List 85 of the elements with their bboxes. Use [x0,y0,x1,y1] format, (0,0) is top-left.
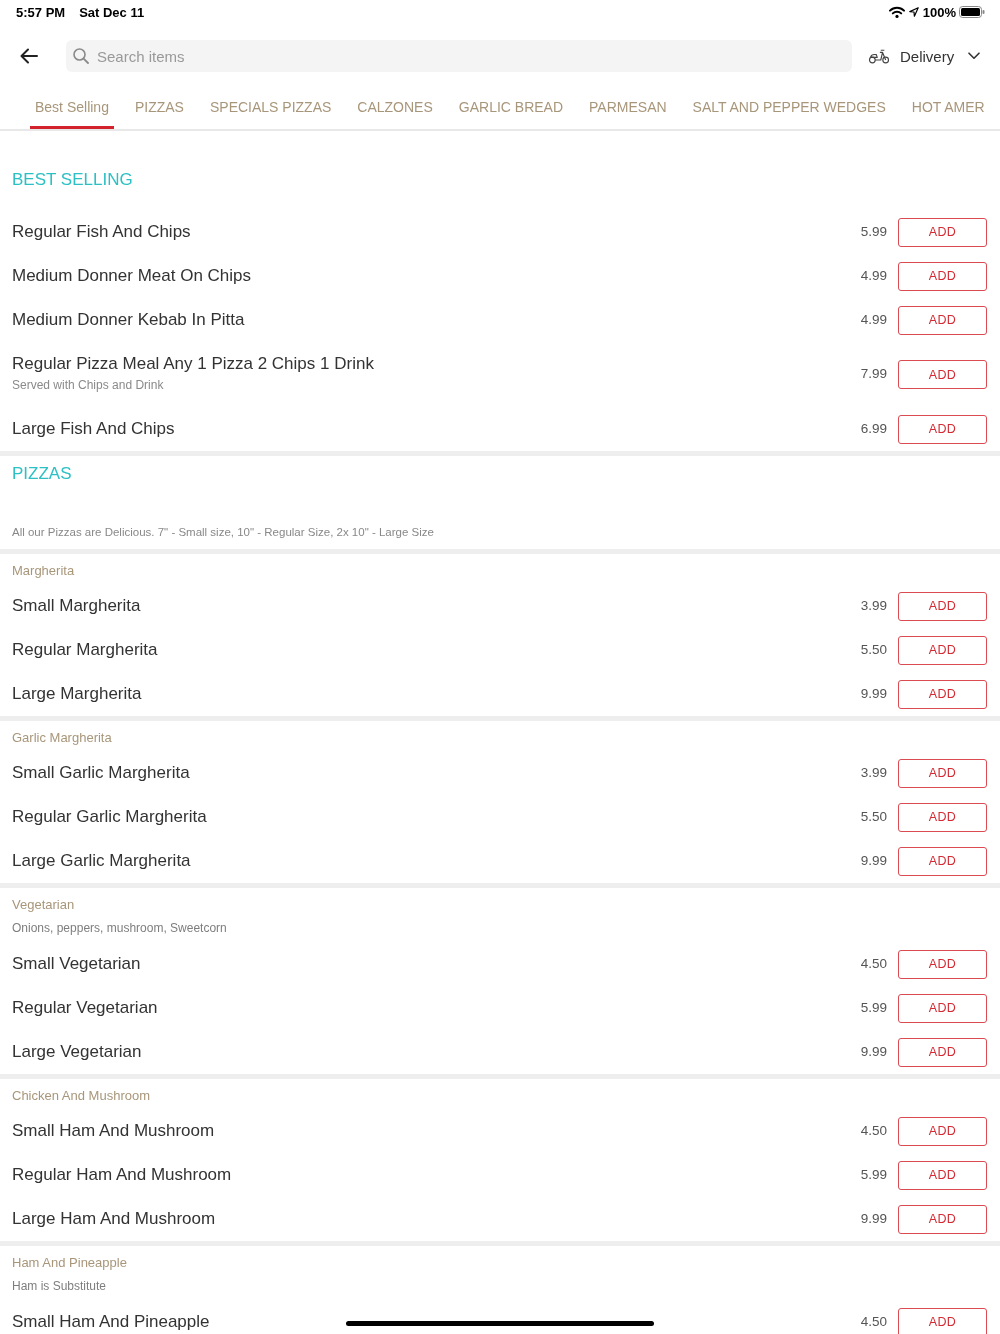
add-button[interactable]: ADD [898,360,987,389]
category-tab[interactable]: SALT AND PEPPER WEDGES [687,88,891,129]
item-name: Medium Donner Meat On Chips [12,265,252,287]
item-price: 3.99 [860,597,887,613]
item-name: Large Vegetarian [12,1041,142,1063]
back-arrow-icon[interactable] [20,48,38,64]
item-price: 5.50 [860,808,887,824]
item-name: Small Margherita [12,595,141,617]
add-button[interactable]: ADD [898,679,987,709]
add-button[interactable]: ADD [898,414,987,444]
add-button[interactable]: ADD [898,1116,987,1146]
item-name: Small Ham And Mushroom [12,1120,215,1142]
item-price: 4.99 [860,311,887,327]
add-button[interactable]: ADD [898,802,987,832]
item-name: Large Ham And Mushroom [12,1208,216,1230]
item-name: Small Garlic Margherita [12,762,190,784]
add-button[interactable]: ADD [898,1160,987,1190]
item-name: Medium Donner Kebab In Pitta [12,309,245,331]
add-button[interactable]: ADD [898,591,987,621]
item-price: 9.99 [860,1043,887,1059]
section-description: All our Pizzas are Delicious. 7" - Small size, 10" - Regular Size, 2x 10" - Large Size [11,525,435,540]
item-description: Served with Chips and Drink [12,377,164,394]
add-button[interactable]: ADD [898,217,987,247]
add-button[interactable]: ADD [898,1307,987,1334]
delivery-selector[interactable]: Delivery [868,47,981,65]
add-button[interactable]: ADD [898,1204,987,1234]
item-price: 5.99 [860,223,887,239]
battery-percent: 100% [922,4,956,20]
add-button[interactable]: ADD [898,261,987,291]
category-tab[interactable]: SPECIALS PIZZAS [204,88,337,129]
item-price: 7.99 [860,366,887,381]
item-price: 4.50 [860,955,887,971]
item-price: 4.99 [860,267,887,283]
add-button[interactable]: ADD [898,993,987,1023]
search-field[interactable]: Search items [66,40,852,72]
item-price: 9.99 [860,1210,887,1226]
category-tab[interactable]: PIZZAS [129,88,189,129]
add-button[interactable]: ADD [898,305,987,335]
item-price: 4.50 [860,1313,887,1329]
item-name: Regular Fish And Chips [12,221,191,243]
location-arrow-icon [908,7,919,17]
add-button[interactable]: ADD [898,1037,987,1067]
group-title: Margherita [12,563,75,579]
item-price: 5.99 [860,999,887,1015]
item-price: 9.99 [860,685,887,701]
item-name: Regular Vegetarian [12,997,158,1019]
item-price: 3.99 [860,764,887,780]
group-title: Chicken And Mushroom [12,1088,150,1104]
group-title: Garlic Margherita [12,730,112,746]
add-button[interactable]: ADD [898,846,987,876]
add-button[interactable]: ADD [898,949,987,979]
item-price: 5.99 [860,1166,887,1182]
item-name: Regular Margherita [12,639,158,661]
item-name: Small Vegetarian [12,953,141,975]
item-name: Large Garlic Margherita [12,850,191,872]
group-title: Ham And Pineapple [12,1255,127,1271]
item-name: Regular Garlic Margherita [12,806,207,828]
group-description: Ham is Substitute [12,1278,107,1295]
item-name: Regular Ham And Mushroom [12,1164,232,1186]
status-date: Sat Dec 11 [79,4,145,20]
status-time: 5:57 PM [16,4,66,20]
section-title: PIZZAS [11,463,73,484]
add-button[interactable]: ADD [898,758,987,788]
add-button[interactable]: ADD [898,635,987,665]
item-price: 9.99 [860,852,887,868]
category-tab[interactable]: GARLIC BREAD [453,88,569,129]
category-tab[interactable]: HOT AMER [906,88,990,129]
item-price: 4.50 [860,1122,887,1138]
category-tab[interactable]: CALZONES [352,88,438,129]
group-description: Onions, peppers, mushroom, Sweetcorn [12,920,227,937]
item-name: Large Margherita [12,683,142,705]
chevron-down-icon [968,52,981,60]
item-name: Large Fish And Chips [12,418,175,440]
item-price: 6.99 [860,420,887,436]
item-name: Small Ham And Pineapple [12,1311,210,1333]
scooter-icon [868,48,890,64]
section-title: BEST SELLING [11,169,134,190]
group-title: Vegetarian [12,897,75,913]
battery-icon [959,6,985,18]
category-tab[interactable]: Best Selling [30,88,114,129]
search-icon [73,48,89,64]
wifi-icon [888,6,905,18]
item-price: 5.50 [860,641,887,657]
category-tab[interactable]: PARMESAN [584,88,672,129]
item-name: Regular Pizza Meal Any 1 Pizza 2 Chips 1 Drink [12,353,374,375]
